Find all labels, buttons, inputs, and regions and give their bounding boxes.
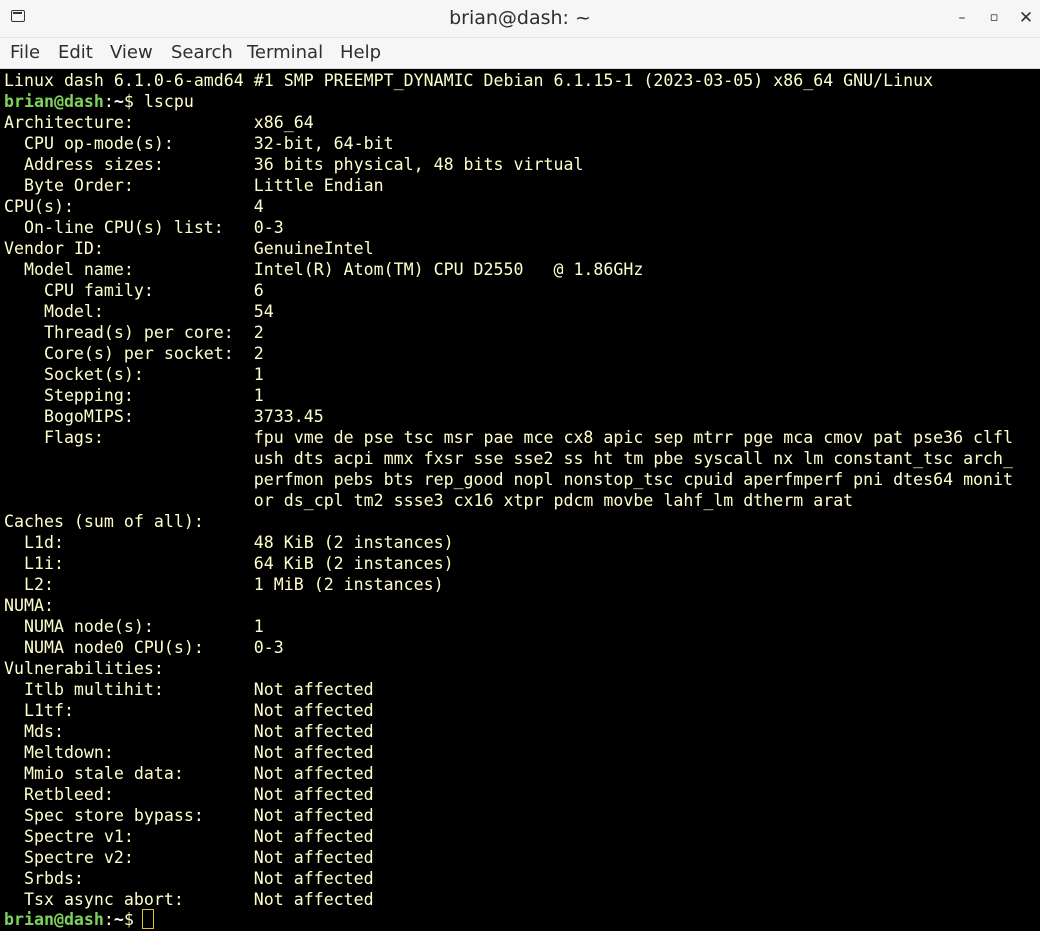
terminal-output-area[interactable]: Linux dash 6.1.0-6-amd64 #1 SMP PREEMPT_… <box>0 69 1040 931</box>
output-line: Architecture: x86_64 <box>4 113 314 132</box>
prompt-line: brian@dash:~$ <box>4 909 144 930</box>
output-line: Flags: fpu vme de pse tsc msr pae mce cx… <box>4 428 1014 447</box>
maximize-button[interactable]: ▫ <box>984 7 1004 29</box>
output-line: NUMA node0 CPU(s): 0-3 <box>4 638 284 657</box>
output-line: Mds: Not affected <box>4 722 374 741</box>
text-cursor <box>142 909 154 929</box>
menu-bar: File Edit View Search Terminal Help <box>0 38 1040 69</box>
output-line: Byte Order: Little Endian <box>4 176 384 195</box>
output-line: NUMA: <box>4 596 54 615</box>
minimize-button[interactable]: – <box>952 7 972 29</box>
output-line: Address sizes: 36 bits physical, 48 bits… <box>4 155 584 174</box>
menu-terminal[interactable]: Terminal <box>247 38 323 68</box>
output-line: Model: 54 <box>4 302 274 321</box>
output-line: L1d: 48 KiB (2 instances) <box>4 533 454 552</box>
banner-line: Linux dash 6.1.0-6-amd64 #1 SMP PREEMPT_… <box>4 71 934 90</box>
output-line: NUMA node(s): 1 <box>4 617 264 636</box>
output-line: CPU(s): 4 <box>4 197 264 216</box>
output-line: Vulnerabilities: <box>4 659 164 678</box>
prompt-path: ~ <box>113 910 124 929</box>
output-line: perfmon pebs bts rep_good nopl nonstop_t… <box>4 470 1014 489</box>
menu-search[interactable]: Search <box>171 38 233 68</box>
prompt-colon: : <box>103 92 114 111</box>
prompt-line: brian@dash:~$ lscpu <box>4 91 194 112</box>
output-line: Spec store bypass: Not affected <box>4 806 374 825</box>
title-bar[interactable]: brian@dash: ~ – ▫ ✕ <box>0 0 1040 38</box>
menu-help[interactable]: Help <box>340 38 381 68</box>
output-line: L1tf: Not affected <box>4 701 374 720</box>
prompt-colon: : <box>103 910 114 929</box>
output-line: Tsx async abort: Not affected <box>4 890 374 909</box>
output-line: Mmio stale data: Not affected <box>4 764 374 783</box>
close-button[interactable]: ✕ <box>1016 7 1036 29</box>
menu-view[interactable]: View <box>110 38 153 68</box>
output-line: Vendor ID: GenuineIntel <box>4 239 374 258</box>
menu-file[interactable]: File <box>10 38 40 68</box>
prompt-dollar: $ <box>123 92 144 111</box>
output-line: On-line CPU(s) list: 0-3 <box>4 218 284 237</box>
output-line: Socket(s): 1 <box>4 365 264 384</box>
output-line: ush dts acpi mmx fxsr sse sse2 ss ht tm … <box>4 449 1014 468</box>
prompt-path: ~ <box>113 92 124 111</box>
output-line: Meltdown: Not affected <box>4 743 374 762</box>
output-line: L2: 1 MiB (2 instances) <box>4 575 444 594</box>
output-line: Srbds: Not affected <box>4 869 374 888</box>
prompt-user-host: brian@dash <box>4 910 104 929</box>
prompt-user-host: brian@dash <box>4 92 104 111</box>
output-line: Model name: Intel(R) Atom(TM) CPU D2550 … <box>4 260 644 279</box>
output-line: or ds_cpl tm2 ssse3 cx16 xtpr pdcm movbe… <box>4 491 854 510</box>
output-line: Stepping: 1 <box>4 386 264 405</box>
window-title: brian@dash: ~ <box>449 7 591 29</box>
menu-edit[interactable]: Edit <box>58 38 93 68</box>
output-line: Core(s) per socket: 2 <box>4 344 264 363</box>
output-line: CPU family: 6 <box>4 281 264 300</box>
output-line: CPU op-mode(s): 32-bit, 64-bit <box>4 134 394 153</box>
output-line: Spectre v1: Not affected <box>4 827 374 846</box>
prompt-dollar: $ <box>123 910 144 929</box>
output-line: Caches (sum of all): <box>4 512 204 531</box>
command-text: lscpu <box>143 92 194 111</box>
output-line: BogoMIPS: 3733.45 <box>4 407 324 426</box>
output-line: Thread(s) per core: 2 <box>4 323 264 342</box>
terminal-window: brian@dash: ~ – ▫ ✕ File Edit View Searc… <box>0 0 1040 931</box>
output-line: Itlb multihit: Not affected <box>4 680 374 699</box>
output-line: Spectre v2: Not affected <box>4 848 374 867</box>
output-line: L1i: 64 KiB (2 instances) <box>4 554 454 573</box>
output-line: Retbleed: Not affected <box>4 785 374 804</box>
